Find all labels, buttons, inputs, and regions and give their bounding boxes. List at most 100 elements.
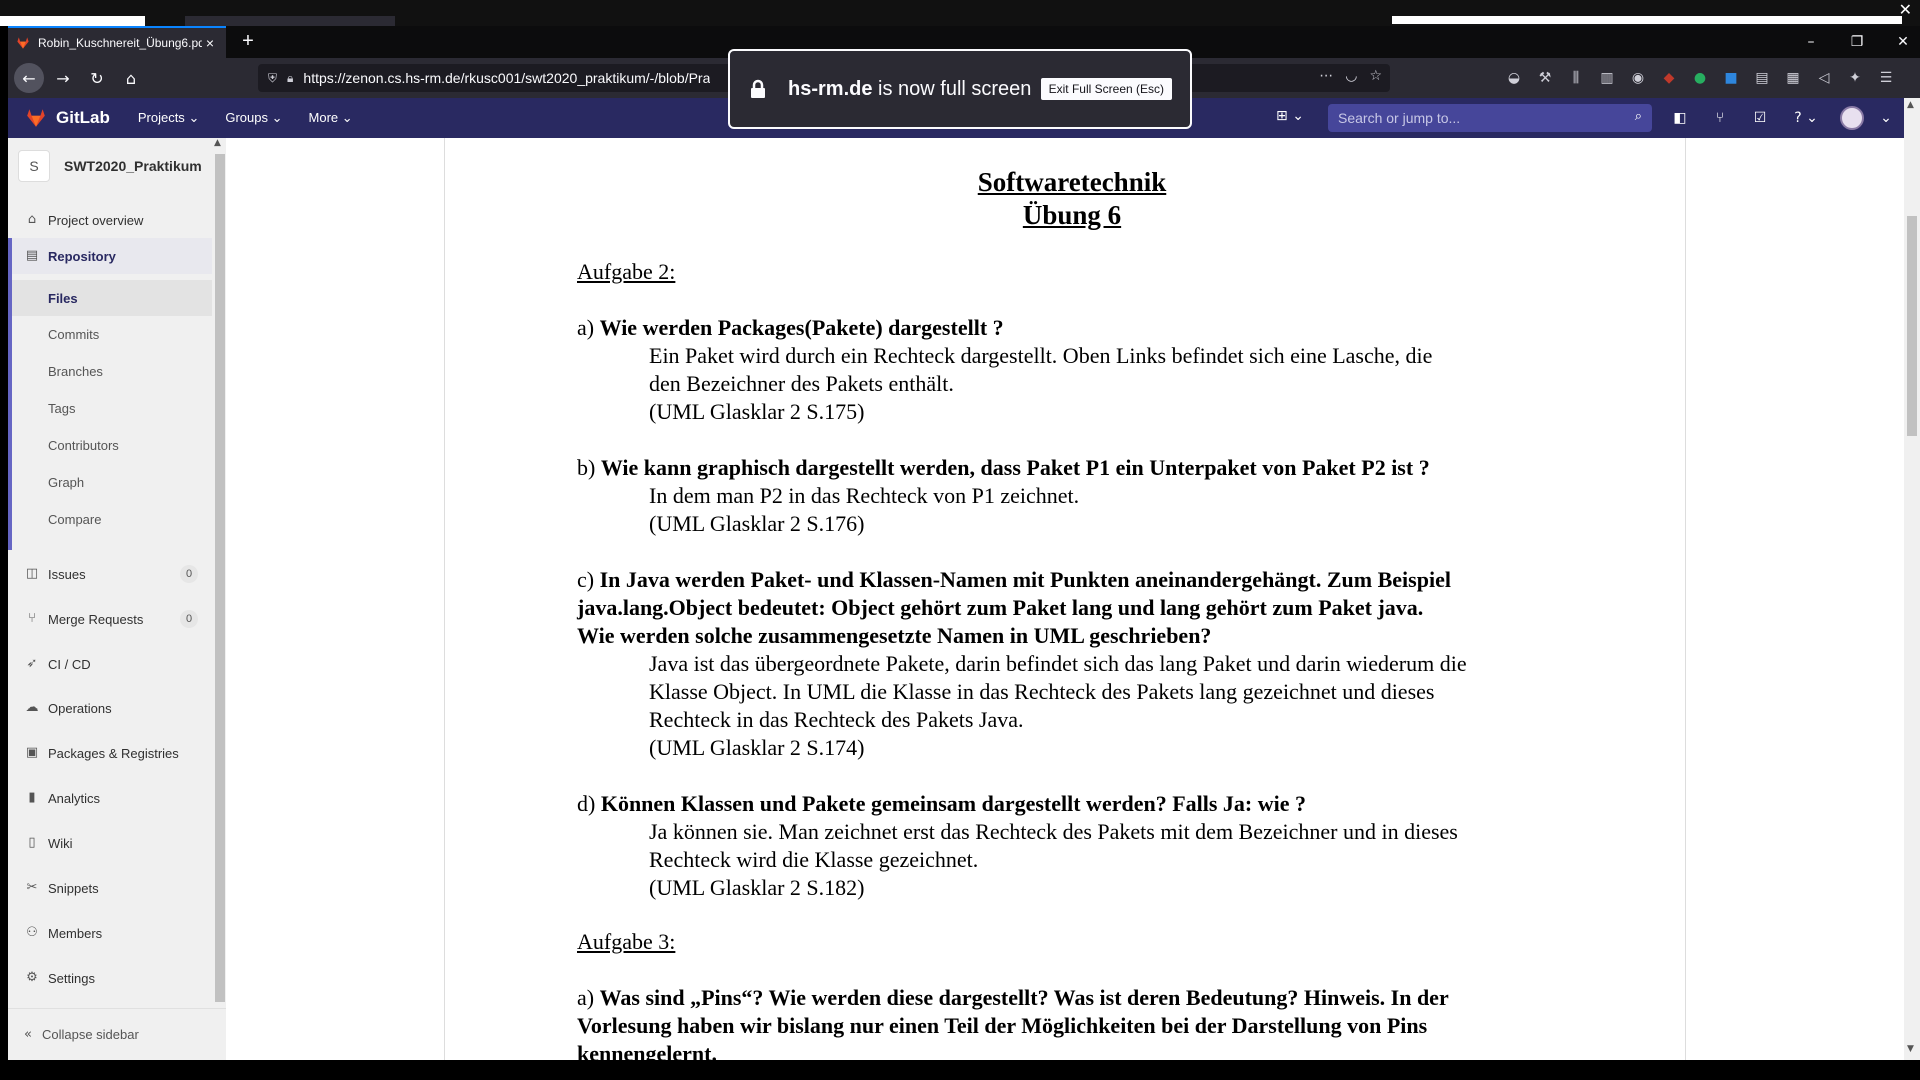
tab-active[interactable]: Robin_Kuschnereit_Übung6.pdf × (8, 26, 226, 58)
pdf-question-d: d) Können Klassen und Pakete gemeinsam d… (577, 790, 1567, 818)
sidebar-item-merge-requests[interactable]: ⑂ Merge Requests 0 (8, 601, 212, 637)
reload-button[interactable]: ↻ (82, 63, 112, 93)
chevron-down-icon: ⌄ (188, 110, 200, 125)
shield-icon[interactable]: ⛨ (268, 71, 277, 86)
pocket-icon[interactable]: ◡ (1345, 68, 1357, 84)
page-scrollbar[interactable]: ▲ ▼ (1904, 98, 1920, 1060)
sidebar-item-operations[interactable]: ☁ Operations (8, 690, 212, 726)
account-icon[interactable]: ◉ (1628, 68, 1648, 88)
new-tab-button[interactable]: + (236, 30, 260, 54)
sidebar-item-label: Merge Requests (48, 611, 144, 627)
sidebar-subitem-branches[interactable]: Branches (12, 353, 212, 389)
menu-groups[interactable]: Groups ⌄ (225, 110, 282, 126)
hamburger-menu-icon[interactable]: ☰ (1876, 68, 1896, 88)
pdf-page: Softwaretechnik Übung 6 Aufgabe 2: a) Wi… (577, 166, 1567, 1060)
new-dropdown-button[interactable]: ⊞ ⌄ (1276, 108, 1304, 124)
question-text: kennengelernt. (577, 1041, 717, 1060)
help-icon[interactable]: ? ⌄ (1788, 106, 1824, 130)
minimize-button[interactable]: – (1788, 26, 1834, 58)
pdf-viewer[interactable]: Softwaretechnik Übung 6 Aufgabe 2: a) Wi… (444, 138, 1686, 1060)
more-icon[interactable]: ⋯ (1319, 68, 1333, 84)
collapse-label: Collapse sidebar (41, 1027, 139, 1042)
extension-grid-icon[interactable]: ▦ (1783, 68, 1803, 88)
chevron-down-icon[interactable]: ⌄ (1880, 106, 1892, 130)
menu-projects[interactable]: Projects ⌄ (138, 110, 200, 126)
sidebar-subitem-commits[interactable]: Commits (12, 316, 212, 352)
extension-blue-icon[interactable]: ■ (1721, 68, 1741, 88)
sidebar-item-project-overview[interactable]: ⌂ Project overview (8, 202, 212, 238)
collapse-sidebar-button[interactable]: « Collapse sidebar (8, 1008, 226, 1060)
merge-request-icon[interactable]: ⑂ (1708, 106, 1732, 130)
pdf-question-line: java.lang.Object bedeutet: Object gehört… (577, 594, 1567, 622)
extension-green-icon[interactable]: ● (1690, 68, 1710, 88)
project-header[interactable]: S SWT2020_Praktikum (18, 150, 202, 182)
arrow-right-icon: → (56, 68, 70, 88)
mask-icon[interactable]: ◒ (1504, 68, 1524, 88)
sidebar-subitem-tags[interactable]: Tags (12, 390, 212, 426)
sidebar-item-settings[interactable]: ⚙ Settings (8, 960, 212, 996)
home-icon: ⌂ (27, 212, 37, 227)
sidebar-subitem-compare[interactable]: Compare (12, 501, 212, 537)
menu-label: Groups (225, 110, 268, 125)
scroll-up-icon[interactable]: ▲ (214, 138, 221, 148)
gitlab-logo[interactable]: GitLab (24, 107, 110, 129)
back-button[interactable]: ← (14, 63, 44, 93)
restore-button[interactable]: ❐ (1834, 26, 1880, 58)
question-text: java.lang.Object bedeutet: Object gehört… (577, 595, 1424, 620)
window-close-button[interactable]: ✕ (1880, 26, 1920, 58)
scroll-up-icon[interactable]: ▲ (1907, 100, 1914, 110)
sidebar-subitem-files[interactable]: Files (12, 280, 212, 316)
sidebar-item-ci-cd[interactable]: ➶ CI / CD (8, 646, 212, 682)
sidebar-item-snippets[interactable]: ✂ Snippets (8, 870, 212, 906)
forward-button[interactable]: → (48, 63, 78, 93)
pdf-answer-line: In dem man P2 in das Rechteck von P1 zei… (649, 483, 1080, 508)
sidebar-item-members[interactable]: ⚇ Members (8, 915, 212, 951)
lock-icon[interactable]: 🔒︎ (287, 71, 293, 86)
sidebar-scroll-thumb[interactable] (215, 154, 225, 1002)
sidebar-item-analytics[interactable]: ▮ Analytics (8, 780, 212, 816)
ghost-tab (0, 16, 145, 26)
sidebar-icon[interactable]: ▥ (1597, 68, 1617, 88)
sidebar-item-packages-registries[interactable]: ▣ Packages & Registries (8, 735, 212, 771)
close-icon[interactable]: ✕ (1899, 0, 1912, 19)
home-button[interactable]: ⌂ (116, 63, 146, 93)
avatar[interactable] (1840, 106, 1864, 130)
sidebar-item-label: Operations (48, 700, 112, 716)
speaker-icon[interactable]: ◁ (1814, 68, 1834, 88)
page-scroll-thumb[interactable] (1907, 216, 1917, 436)
menu-more[interactable]: More ⌄ (309, 110, 353, 126)
todo-check-icon[interactable]: ☑ (1748, 106, 1772, 130)
sidebar-subitem-graph[interactable]: Graph (12, 464, 212, 500)
pdf-heading-aufgabe2: Aufgabe 2: (577, 259, 676, 284)
sidebar-item-wiki[interactable]: ▯ Wiki (8, 825, 212, 861)
sidebar-subitem-contributors[interactable]: Contributors (12, 427, 212, 463)
ublock-icon[interactable]: ◆ (1659, 68, 1679, 88)
bookmark-star-icon[interactable]: ☆ (1369, 68, 1382, 84)
exit-fullscreen-button[interactable]: Exit Full Screen (Esc) (1040, 78, 1172, 100)
pdf-question-line: kennengelernt. (577, 1040, 1567, 1060)
puzzle-icon[interactable]: ✦ (1845, 68, 1865, 88)
gitlab-favicon-icon (17, 37, 29, 49)
merge-request-icon: ⑂ (28, 611, 36, 626)
wrench-icon[interactable]: ⚒ (1535, 68, 1555, 88)
library-icon[interactable]: ⫼ (1566, 68, 1586, 88)
pdf-question-b: b) Wie kann graphisch dargestellt werden… (577, 454, 1567, 482)
search-input[interactable]: Search or jump to... ⌕ (1328, 104, 1652, 132)
sidebar-item-label: Snippets (48, 880, 99, 896)
scissors-icon: ✂ (26, 880, 38, 895)
sidebar-item-label: Settings (48, 970, 95, 986)
sidebar-scrollbar[interactable]: ▲ (212, 138, 226, 1008)
pdf-answer-line: Ein Paket wird durch ein Rechteck darges… (649, 343, 1433, 368)
tab-close-icon[interactable]: × (202, 35, 218, 51)
scroll-down-icon[interactable]: ▼ (1907, 1044, 1914, 1054)
sidebar-item-repository[interactable]: ▤ Repository (8, 238, 212, 274)
sidebar-item-issues[interactable]: ◫ Issues 0 (8, 556, 212, 592)
pdf-heading-aufgabe3: Aufgabe 3: (577, 929, 676, 954)
sidebar-item-label: Repository (48, 248, 116, 264)
extension-icon[interactable]: ▤ (1752, 68, 1772, 88)
pdf-answer-line: Ja können sie. Man zeichnet erst das Rec… (649, 819, 1458, 844)
todo-issues-icon[interactable]: ◧ (1668, 106, 1692, 130)
chevron-down-icon: ⌄ (1292, 108, 1304, 124)
sidebar-item-label: Members (48, 925, 103, 941)
gitlab-brand: GitLab (56, 108, 110, 127)
